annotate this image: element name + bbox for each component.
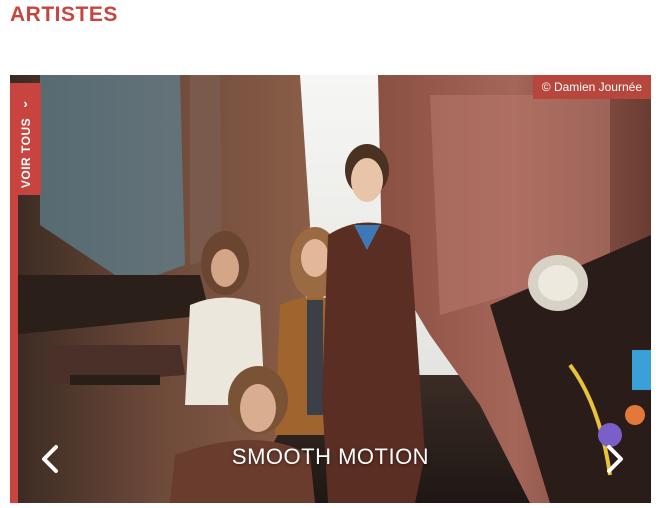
view-all-label: VOIR TOUS	[18, 117, 33, 189]
view-all-button[interactable]: › VOIR TOUS	[10, 83, 41, 195]
chevron-right-icon	[607, 445, 623, 473]
slide-caption[interactable]: SMOOTH MOTION	[10, 444, 651, 470]
artist-carousel[interactable]: © Damien Journée › VOIR TOUS SMOOTH MOTI…	[10, 75, 651, 503]
band-photo[interactable]	[10, 75, 651, 503]
photo-credit: © Damien Journée	[532, 75, 651, 99]
section-title: ARTISTES	[10, 3, 118, 26]
next-slide-button[interactable]	[597, 439, 631, 479]
chevron-right-icon: ›	[23, 96, 28, 111]
